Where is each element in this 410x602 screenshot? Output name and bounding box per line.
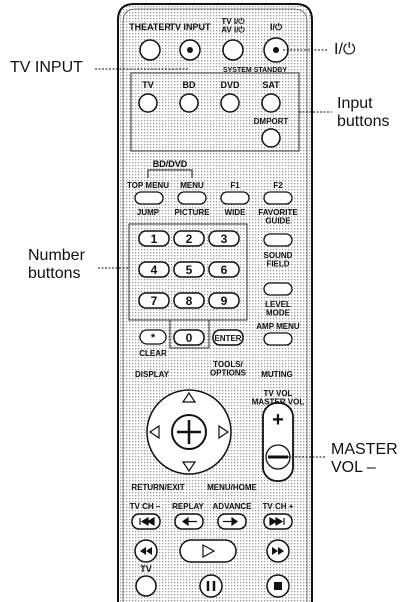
top-menu-button[interactable] <box>134 191 164 205</box>
power-label: I/⏻ <box>270 22 283 32</box>
tv-bottom-label: TV <box>140 564 152 574</box>
return-exit-label: RETURN/EXIT <box>131 483 184 492</box>
input-dvd-button[interactable] <box>220 93 240 113</box>
number-2-label: 2 <box>186 232 193 246</box>
number-5-label: 5 <box>186 263 193 277</box>
wide-label: WIDE <box>225 208 247 217</box>
power-button-dot <box>273 47 279 53</box>
display-label: DISPLAY <box>135 370 170 379</box>
sound-field-label: SOUND FIELD <box>264 251 293 268</box>
menu-button[interactable] <box>177 191 207 205</box>
number-9-label: 9 <box>221 294 228 308</box>
tv-av-label: TV I/⏻ AV I/⏻ <box>221 17 245 34</box>
number-3-label: 3 <box>221 232 228 246</box>
power-callout: I/⏻ <box>334 41 356 58</box>
tv-av-button[interactable] <box>222 39 244 61</box>
tools-options-label: TOOLS/OPTIONS <box>210 360 247 377</box>
jump-label: JUMP <box>137 208 160 217</box>
number-buttons-callout: Number buttons <box>28 247 85 282</box>
input-tv-label: TV <box>142 80 154 90</box>
theater-label: THEATER <box>129 22 171 32</box>
input-sat-label: SAT <box>262 80 280 90</box>
stop-icon <box>274 582 282 590</box>
number-1-label: 1 <box>151 232 158 246</box>
replay-label: REPLAY <box>172 502 204 511</box>
tv-input-label: TV INPUT <box>169 22 211 32</box>
bd-dvd-label: BD/DVD <box>153 159 188 169</box>
level-mode-button[interactable] <box>263 282 293 296</box>
f1-label: F1 <box>230 181 240 190</box>
tv-ch-minus-label: TV CH – <box>130 502 161 511</box>
number-4-label: 4 <box>151 263 158 277</box>
level-mode-label: LEVEL MODE <box>265 300 291 317</box>
advance-label: ADVANCE <box>213 502 253 511</box>
remote-diagram: THEATER TV INPUT TV I/⏻ AV I/⏻ I/⏻ SYSTEM… <box>95 3 332 602</box>
f2-label: F2 <box>273 181 283 190</box>
input-bd-label: BD <box>183 80 196 90</box>
f1-button[interactable] <box>220 191 250 205</box>
input-tv-button[interactable] <box>138 93 158 113</box>
number-8-label: 8 <box>186 294 193 308</box>
input-buttons-callout: Input buttons <box>337 95 390 130</box>
pause-button[interactable] <box>199 574 223 598</box>
input-sat-button[interactable] <box>261 93 281 113</box>
top-menu-label: TOP MENU <box>127 181 169 190</box>
number-6-label: 6 <box>221 263 228 277</box>
number-0-label: 0 <box>186 331 193 345</box>
tv-bottom-button[interactable] <box>135 575 157 597</box>
vol-plus-label[interactable]: + <box>272 409 284 431</box>
dmport-label: DMPORT <box>254 117 289 126</box>
muting-label: MUTING <box>261 370 293 379</box>
amp-menu-label: AMP MENU <box>256 322 300 331</box>
tv-ch-plus-label: TV CH + <box>263 502 294 511</box>
sound-field-button[interactable] <box>263 233 293 247</box>
clear-label: CLEAR <box>139 349 167 358</box>
f2-button[interactable] <box>263 191 293 205</box>
dmport-button[interactable] <box>261 128 281 148</box>
picture-label: PICTURE <box>174 208 210 217</box>
input-dvd-label: DVD <box>220 80 240 90</box>
input-bd-button[interactable] <box>179 93 199 113</box>
star-label: * <box>151 332 156 344</box>
tv-input-callout: TV INPUT <box>10 59 83 76</box>
enter-label: ENTER <box>214 334 241 343</box>
menu-label: MENU <box>180 181 204 190</box>
theater-button[interactable] <box>139 39 161 61</box>
amp-menu-button[interactable] <box>263 332 293 346</box>
number-7-label: 7 <box>151 294 158 308</box>
master-vol-minus-callout: MASTER VOL – <box>331 441 398 476</box>
menu-home-label: MENU/HOME <box>207 483 257 492</box>
tv-input-button-dot <box>187 47 193 53</box>
